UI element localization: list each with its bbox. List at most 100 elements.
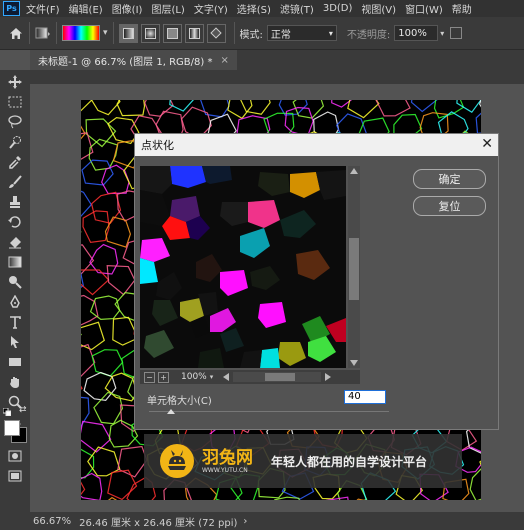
menu-file[interactable]: 文件(F)	[26, 1, 60, 16]
move-tool-icon[interactable]	[5, 74, 25, 90]
tab-document[interactable]: 未标题-1 @ 66.7% (图层 1, RGB/8) * ×	[30, 50, 237, 70]
home-icon[interactable]	[8, 26, 24, 40]
hand-tool-icon[interactable]	[5, 374, 25, 390]
radial-gradient-button[interactable]	[140, 23, 160, 43]
gradient-tool-icon[interactable]	[5, 254, 25, 270]
scroll-down-icon[interactable]	[350, 360, 358, 366]
crystal-cell-outline	[104, 216, 132, 248]
photoshop-logo: Ps	[3, 1, 20, 16]
chevron-down-icon[interactable]: ▾	[103, 28, 108, 38]
eraser-tool-icon[interactable]	[5, 234, 25, 250]
quick-select-tool-icon[interactable]	[5, 134, 25, 150]
crystal-cell-outline	[331, 100, 353, 108]
document-tab-bar: 未标题-1 @ 66.7% (图层 1, RGB/8) * ×	[30, 50, 524, 70]
preview-zoom-bar: − + 100% ▾	[140, 370, 360, 384]
menu-select[interactable]: 选择(S)	[237, 1, 271, 16]
crystal-cell-outline	[89, 295, 121, 321]
menu-help[interactable]: 帮助	[452, 1, 472, 16]
status-zoom[interactable]: 66.67%	[33, 516, 71, 527]
pen-tool-icon[interactable]	[5, 294, 25, 310]
brand-url: WWW.YUTU.CN	[202, 466, 248, 474]
reset-button[interactable]: 复位	[413, 196, 486, 216]
dialog-title: 点状化	[141, 139, 174, 152]
reverse-checkbox[interactable]	[450, 27, 463, 39]
dialog-title-bar[interactable]: 点状化 ✕	[135, 134, 498, 156]
scroll-thumb[interactable]	[349, 238, 359, 300]
marquee-tool-icon[interactable]	[5, 94, 25, 110]
brush-tool-icon[interactable]	[5, 174, 25, 190]
chevron-down-icon: ▾	[328, 28, 333, 38]
crystal-cell-outline	[227, 100, 253, 120]
quick-mask-icon[interactable]	[5, 448, 25, 464]
menu-filter[interactable]: 滤镜(T)	[280, 1, 314, 16]
menu-3d[interactable]: 3D(D)	[323, 3, 353, 14]
zoom-in-button[interactable]: +	[158, 371, 169, 383]
horizontal-ruler	[30, 70, 524, 84]
crystal-cell-outline	[116, 100, 146, 117]
chevron-down-icon[interactable]: ▾	[210, 373, 214, 381]
lasso-tool-icon[interactable]	[5, 114, 25, 130]
scroll-right-icon[interactable]	[325, 373, 332, 381]
screen-mode-icon[interactable]	[5, 468, 25, 484]
opacity-field[interactable]: 100%	[394, 25, 439, 41]
filter-preview[interactable]	[140, 166, 346, 368]
options-bar: ▾ 模式: 正常 ▾ 不透明度: 100% ▾	[0, 17, 524, 50]
menu-bar: Ps 文件(F) 编辑(E) 图像(I) 图层(L) 文字(Y) 选择(S) 滤…	[0, 0, 524, 17]
crystal-cell-outline	[144, 100, 174, 117]
rectangle-tool-icon[interactable]	[5, 354, 25, 370]
gradient-tool-icon[interactable]	[35, 26, 51, 40]
watermark-banner: 羽兔网 WWW.YUTU.CN 年轻人都在用的自学设计平台	[144, 434, 462, 488]
crystal-cell-outline	[106, 264, 136, 296]
foreground-color-swatch[interactable]	[4, 420, 20, 436]
separator	[112, 22, 114, 44]
close-icon[interactable]: ×	[220, 55, 228, 66]
path-select-tool-icon[interactable]	[5, 334, 25, 350]
cell-size-input[interactable]: 40	[344, 390, 386, 404]
linear-gradient-button[interactable]	[118, 23, 138, 43]
history-brush-tool-icon[interactable]	[5, 214, 25, 230]
reflected-gradient-button[interactable]	[184, 23, 204, 43]
horizontal-scroll-thumb[interactable]	[265, 373, 296, 381]
preview-zoom-value: 100%	[181, 372, 207, 382]
preview-vertical-scrollbar[interactable]	[348, 166, 360, 368]
menu-edit[interactable]: 编辑(E)	[69, 1, 103, 16]
type-tool-icon[interactable]	[5, 314, 25, 330]
mode-select[interactable]: 正常 ▾	[266, 25, 337, 41]
crystal-cell-outline	[475, 112, 481, 134]
angle-gradient-button[interactable]	[162, 23, 182, 43]
menu-layer[interactable]: 图层(L)	[151, 1, 184, 16]
crystal-cell-outline	[81, 420, 112, 453]
scroll-up-icon[interactable]	[350, 168, 358, 174]
swap-colors-icon[interactable]: ⇄	[19, 406, 27, 415]
tools-panel: ⇄	[0, 70, 30, 512]
ok-button[interactable]: 确定	[413, 169, 486, 189]
crystal-cell-outline	[433, 100, 465, 119]
zoom-out-button[interactable]: −	[144, 371, 155, 383]
rabbit-logo-icon	[160, 444, 194, 478]
crystallize-dialog: 点状化 ✕ − + 100% ▾ 确定 复位 单元格大小(C) 40	[134, 133, 499, 430]
cell-size-slider-thumb[interactable]	[166, 409, 175, 414]
chevron-down-icon[interactable]: ▾	[440, 29, 444, 38]
close-icon[interactable]: ✕	[481, 136, 493, 152]
crystal-cell-outline	[90, 100, 121, 116]
menu-image[interactable]: 图像(I)	[112, 1, 143, 16]
crystal-cell-outline	[456, 100, 481, 113]
status-menu-arrow[interactable]: ›	[243, 516, 247, 527]
separator	[56, 22, 57, 44]
default-colors-icon[interactable]	[2, 406, 12, 417]
eyedropper-tool-icon[interactable]	[5, 154, 25, 170]
brand-name: 羽兔网	[202, 447, 253, 468]
crystal-cell-outline	[88, 138, 119, 171]
menu-type[interactable]: 文字(Y)	[194, 1, 228, 16]
gradient-swatch[interactable]	[62, 25, 100, 41]
brand-slogan: 年轻人都在用的自学设计平台	[271, 454, 428, 469]
dodge-tool-icon[interactable]	[5, 274, 25, 290]
menu-window[interactable]: 窗口(W)	[405, 1, 443, 16]
menu-view[interactable]: 视图(V)	[361, 1, 396, 16]
diamond-gradient-button[interactable]	[206, 23, 226, 43]
stamp-tool-icon[interactable]	[5, 194, 25, 210]
horizontal-scroll-track[interactable]	[233, 372, 322, 382]
scroll-left-icon[interactable]	[223, 373, 230, 381]
cell-size-slider[interactable]	[149, 411, 389, 412]
crystal-cell-outline	[82, 210, 110, 244]
